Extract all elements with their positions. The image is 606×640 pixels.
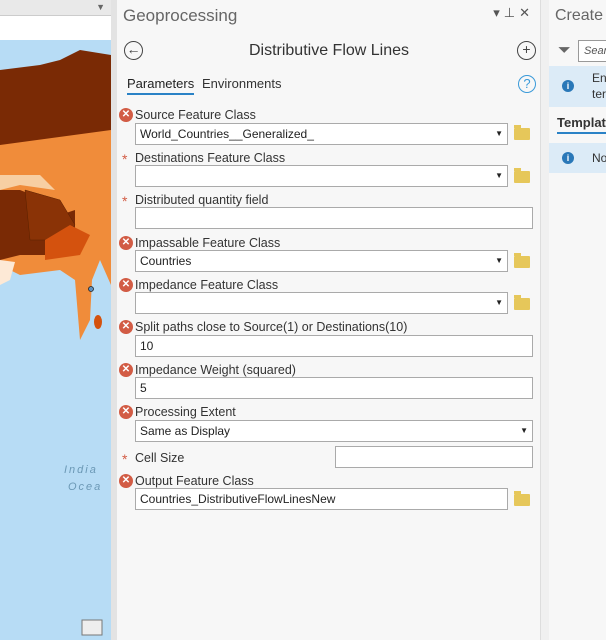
dropdown-arrow-icon: ▼ xyxy=(495,166,503,186)
error-icon: ✕ xyxy=(119,278,133,292)
folder-icon[interactable] xyxy=(514,298,530,310)
folder-icon[interactable] xyxy=(514,128,530,140)
impassable-feature-class-select[interactable]: Countries ▼ xyxy=(135,250,508,272)
info-text: ter xyxy=(592,87,606,101)
pin-icon[interactable]: ⊥ xyxy=(504,5,519,20)
param-label: Output Feature Class xyxy=(135,474,254,488)
error-icon: ✕ xyxy=(119,474,133,488)
required-icon: * xyxy=(122,193,127,209)
error-icon: ✕ xyxy=(119,236,133,250)
required-icon: * xyxy=(122,151,127,167)
param-label: Distributed quantity field xyxy=(135,193,268,207)
tab-templates[interactable]: Templates xyxy=(557,115,606,134)
param-label: Destinations Feature Class xyxy=(135,151,285,165)
info-banner: i Ena ter xyxy=(549,66,606,107)
legend-icon[interactable] xyxy=(82,620,102,635)
cell-size-input[interactable] xyxy=(335,446,533,468)
info-icon: i xyxy=(562,80,574,92)
split-paths-input[interactable]: 10 xyxy=(135,335,533,357)
impedance-weight-input[interactable]: 5 xyxy=(135,377,533,399)
chevron-down-icon[interactable]: ▾ xyxy=(493,5,504,20)
chevron-down-icon[interactable]: ▼ xyxy=(96,2,105,12)
required-icon: * xyxy=(122,451,127,467)
param-label: Cell Size xyxy=(135,451,184,465)
processing-extent-select[interactable]: Same as Display ▼ xyxy=(135,420,533,442)
close-icon[interactable]: ✕ xyxy=(519,5,534,20)
map-view[interactable]: ▼ India Ocea xyxy=(0,0,111,640)
field-value: Same as Display xyxy=(140,424,230,438)
ocean-label: Ocea xyxy=(68,481,102,493)
param-label: Impedance Weight (squared) xyxy=(135,363,296,377)
filter-icon[interactable]: ⏷ xyxy=(558,42,571,60)
dropdown-arrow-icon: ▼ xyxy=(495,293,503,313)
tab-parameters[interactable]: Parameters xyxy=(127,76,194,95)
param-label: Impedance Feature Class xyxy=(135,278,278,292)
pane-title: Create Features xyxy=(555,7,606,25)
destinations-feature-class-select[interactable]: ▼ xyxy=(135,165,508,187)
field-value: Countries xyxy=(140,254,191,268)
info-text: Ena xyxy=(592,71,606,85)
pane-title: Geoprocessing xyxy=(123,6,237,26)
error-icon: ✕ xyxy=(119,363,133,377)
field-value: 5 xyxy=(140,381,147,395)
param-label: Split paths close to Source(1) or Destin… xyxy=(135,320,407,334)
dropdown-arrow-icon: ▼ xyxy=(495,251,503,271)
search-input[interactable]: Search xyxy=(578,40,606,62)
field-value: Countries_DistributiveFlowLinesNew xyxy=(140,492,335,506)
error-icon: ✕ xyxy=(119,405,133,419)
map-canvas[interactable]: India Ocea xyxy=(0,40,111,640)
geoprocessing-pane: Geoprocessing ▾⊥✕ ← Distributive Flow Li… xyxy=(117,0,541,640)
error-icon: ✕ xyxy=(119,320,133,334)
dropdown-arrow-icon: ▼ xyxy=(495,124,503,144)
tool-title: Distributive Flow Lines xyxy=(117,42,541,60)
info-banner: i No xyxy=(549,143,606,173)
folder-icon[interactable] xyxy=(514,256,530,268)
field-value: 10 xyxy=(140,339,153,353)
add-button[interactable]: + xyxy=(517,41,536,60)
param-label: Processing Extent xyxy=(135,405,236,419)
ocean-label: India xyxy=(64,464,98,476)
source-feature-class-select[interactable]: World_Countries__Generalized_ ▼ xyxy=(135,123,508,145)
folder-icon[interactable] xyxy=(514,494,530,506)
param-label: Impassable Feature Class xyxy=(135,236,280,250)
folder-icon[interactable] xyxy=(514,171,530,183)
field-value: World_Countries__Generalized_ xyxy=(140,127,314,141)
info-text: No xyxy=(592,151,606,165)
error-icon: ✕ xyxy=(119,108,133,122)
info-icon: i xyxy=(562,152,574,164)
distributed-quantity-field-input[interactable] xyxy=(135,207,533,229)
map-toolbar: ▼ xyxy=(0,0,111,16)
create-features-pane: Create Features ⏷ Search i Ena ter Templ… xyxy=(549,0,606,640)
impedance-feature-class-select[interactable]: ▼ xyxy=(135,292,508,314)
help-icon[interactable]: ? xyxy=(518,75,536,93)
param-label: Source Feature Class xyxy=(135,108,256,122)
dropdown-arrow-icon: ▼ xyxy=(520,421,528,441)
tab-environments[interactable]: Environments xyxy=(202,76,281,91)
output-feature-class-input[interactable]: Countries_DistributiveFlowLinesNew xyxy=(135,488,508,510)
